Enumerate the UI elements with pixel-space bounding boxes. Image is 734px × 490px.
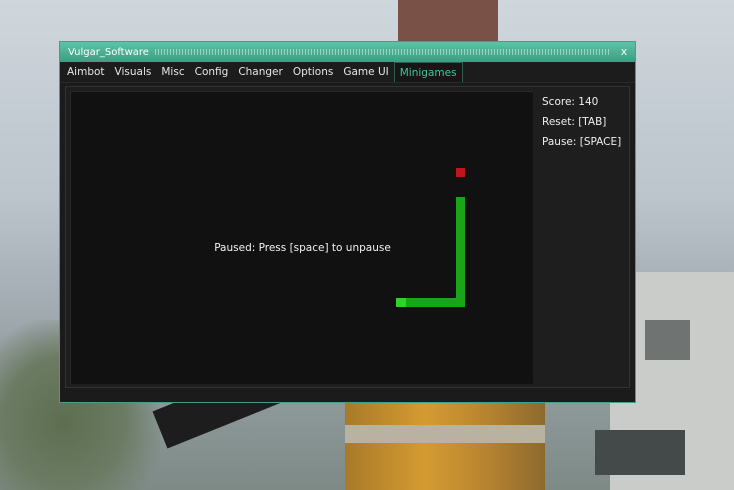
reset-hint: Reset: [TAB] [542, 116, 607, 128]
tab-options[interactable]: Options [288, 62, 339, 82]
food-pellet [456, 168, 465, 177]
score-panel: Score: 140 Reset: [TAB] Pause: [SPACE] [533, 91, 625, 383]
titlebar-pattern [154, 49, 611, 55]
snake-head [396, 298, 406, 307]
tab-game-ui[interactable]: Game UI [338, 62, 393, 82]
background-player [345, 400, 545, 490]
pause-hint: Pause: [SPACE] [542, 136, 622, 148]
snake-body-vertical [456, 197, 465, 307]
cheat-menu-window: Vulgar_Software x Aimbot Visuals Misc Co… [59, 41, 636, 403]
snake-body-horizontal [405, 298, 465, 307]
tab-aimbot[interactable]: Aimbot [62, 62, 110, 82]
close-icon[interactable]: x [617, 45, 631, 59]
window-titlebar[interactable]: Vulgar_Software x [60, 42, 635, 62]
tab-changer[interactable]: Changer [233, 62, 288, 82]
snake-playfield[interactable]: Paused: Press [space] to unpause [70, 91, 534, 384]
game-scene-background: Vulgar_Software x Aimbot Visuals Misc Co… [0, 0, 734, 490]
tab-bar-spacer [463, 62, 635, 82]
score-text: Score: 140 [542, 96, 599, 108]
tab-config[interactable]: Config [190, 62, 234, 82]
minigame-panel: Paused: Press [space] to unpause Score: … [65, 86, 630, 388]
background-window [645, 320, 690, 360]
background-player-stripe [345, 425, 545, 443]
tab-visuals[interactable]: Visuals [110, 62, 157, 82]
background-window [595, 430, 685, 475]
tab-misc[interactable]: Misc [156, 62, 189, 82]
window-title: Vulgar_Software [68, 46, 149, 58]
tab-minigames[interactable]: Minigames [393, 62, 463, 82]
tab-bar: Aimbot Visuals Misc Config Changer Optio… [60, 62, 635, 83]
